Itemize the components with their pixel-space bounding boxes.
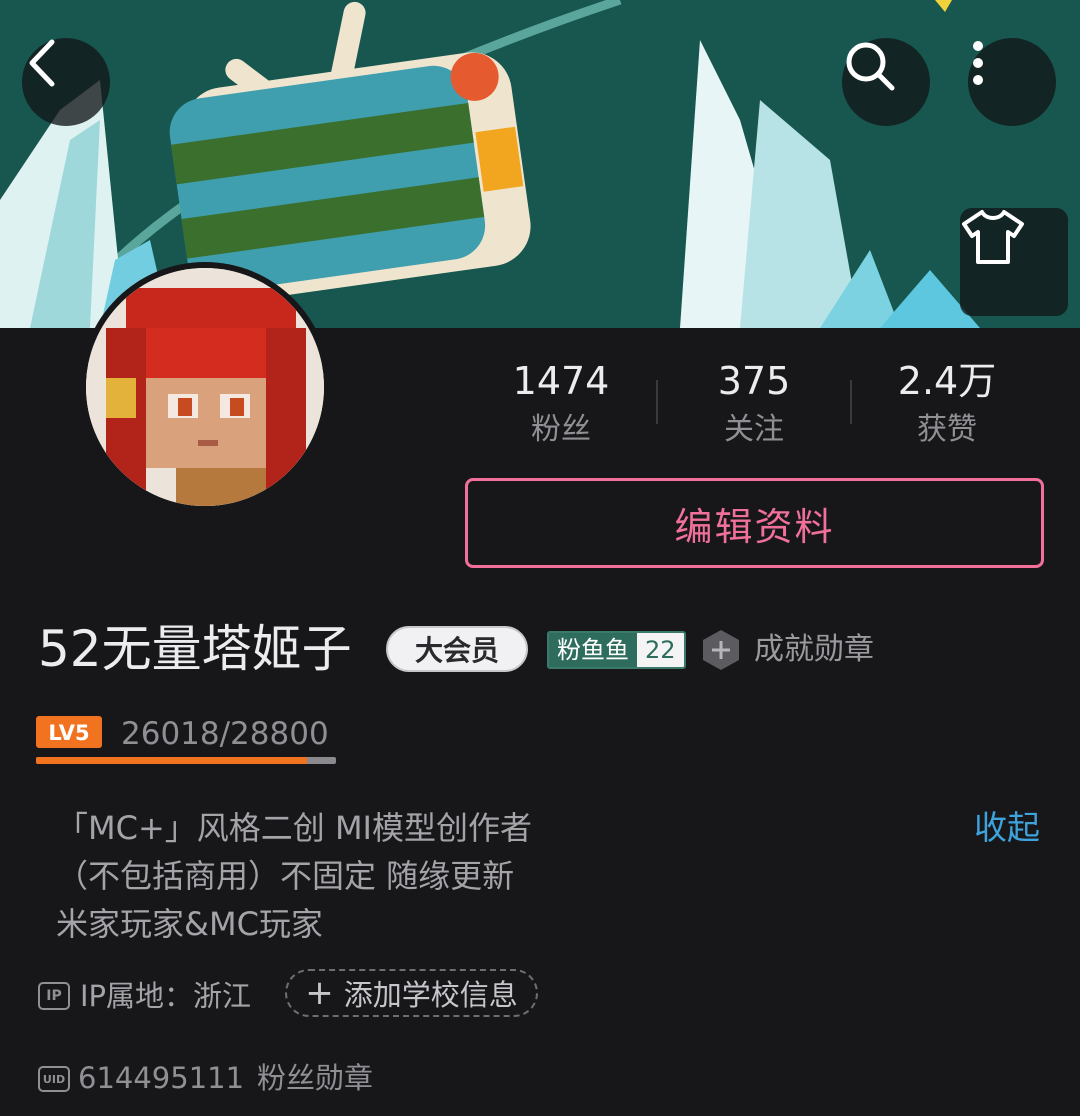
achievement-label[interactable]: 成就勋章 (754, 630, 874, 670)
outfit-button[interactable] (960, 208, 1068, 316)
add-school-button[interactable]: + 添加学校信息 (285, 969, 538, 1017)
exp-progress-fill (36, 757, 307, 764)
back-button[interactable] (22, 38, 110, 126)
bio-line: （不包括商用）不固定 随缘更新 (56, 857, 515, 895)
fan-medal-link[interactable]: 粉丝勋章 (257, 1058, 373, 1098)
add-school-label: 添加学校信息 (343, 978, 518, 1012)
fan-badge-name: 粉鱼鱼 (549, 633, 637, 667)
level-badge-text: LV5 (48, 721, 89, 745)
stat-label: 粉丝 (531, 412, 591, 447)
avatar-image (86, 268, 324, 506)
achievement-add-icon[interactable] (700, 628, 742, 672)
username: 52无量塔姬子 (38, 620, 352, 678)
more-vertical-icon (973, 41, 983, 85)
fan-badge[interactable]: 粉鱼鱼 22 (547, 631, 686, 669)
stat-divider (656, 380, 658, 424)
more-button[interactable] (968, 38, 1056, 126)
exp-progress-bar (36, 757, 336, 764)
stat-fans[interactable]: 1474 粉丝 (466, 358, 656, 450)
tshirt-icon (962, 210, 1024, 264)
stat-value: 375 (717, 359, 791, 403)
uid-icon: UID (38, 1066, 70, 1092)
level-badge: LV5 (36, 716, 102, 748)
avatar[interactable] (80, 262, 330, 512)
bio-line: 米家玩家&MC玩家 (56, 905, 323, 943)
chevron-left-icon (29, 39, 55, 87)
bio: 「MC+」风格二创 MI模型创作者 （不包括商用）不固定 随缘更新 米家玩家&M… (56, 804, 576, 948)
stat-likes[interactable]: 2.4万 获赞 (852, 358, 1042, 450)
stat-following[interactable]: 375 关注 (659, 358, 849, 450)
bio-line: 「MC+」风格二创 MI模型创作者 (56, 809, 532, 847)
search-icon (846, 42, 895, 91)
collapse-bio-button[interactable]: 收起 (974, 806, 1040, 850)
search-button[interactable] (842, 38, 930, 126)
edit-profile-button[interactable]: 编辑资料 (465, 478, 1044, 568)
ip-icon: IP (38, 982, 70, 1010)
plus-icon: + (305, 973, 334, 1013)
stat-label: 获赞 (917, 412, 977, 447)
stat-label: 关注 (724, 412, 784, 447)
stat-value: 2.4万 (897, 359, 997, 403)
vip-badge[interactable]: 大会员 (386, 626, 528, 672)
ip-location: IP属地：浙江 (80, 979, 252, 1013)
exp-text: 26018/28800 (121, 716, 329, 752)
uid-value[interactable]: 614495111 (78, 1058, 244, 1098)
fan-badge-level: 22 (637, 633, 684, 667)
stat-value: 1474 (512, 359, 610, 403)
